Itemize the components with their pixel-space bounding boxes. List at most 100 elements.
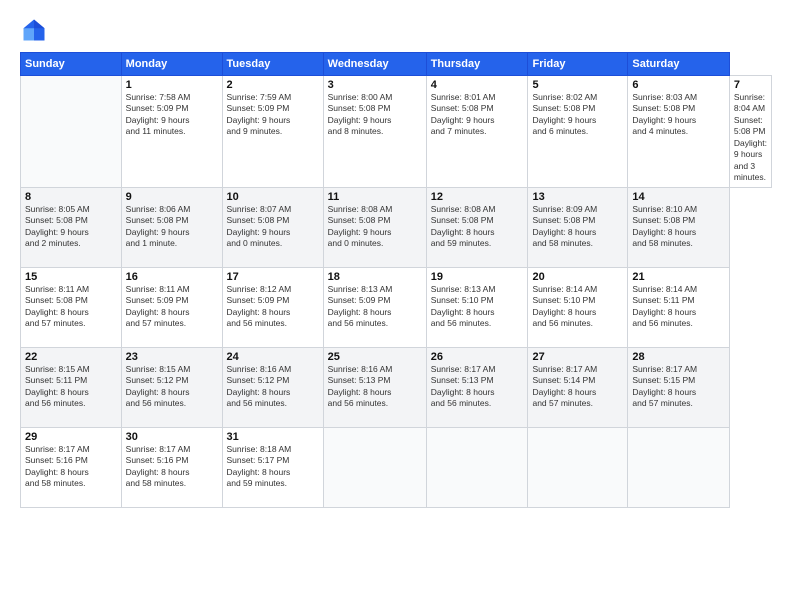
day-info: Sunrise: 8:06 AM Sunset: 5:08 PM Dayligh…: [126, 204, 218, 250]
day-number: 21: [632, 271, 724, 283]
day-number: 25: [328, 351, 422, 363]
weekday-header-row: SundayMondayTuesdayWednesdayThursdayFrid…: [21, 53, 772, 76]
day-number: 24: [227, 351, 319, 363]
weekday-header-saturday: Saturday: [628, 53, 729, 76]
day-number: 30: [126, 431, 218, 443]
day-info: Sunrise: 8:07 AM Sunset: 5:08 PM Dayligh…: [227, 204, 319, 250]
day-info: Sunrise: 8:16 AM Sunset: 5:12 PM Dayligh…: [227, 364, 319, 410]
calendar-cell: 20Sunrise: 8:14 AM Sunset: 5:10 PM Dayli…: [528, 267, 628, 347]
calendar-cell: 29Sunrise: 8:17 AM Sunset: 5:16 PM Dayli…: [21, 427, 122, 507]
calendar-cell: 8Sunrise: 8:05 AM Sunset: 5:08 PM Daylig…: [21, 187, 122, 267]
day-info: Sunrise: 8:15 AM Sunset: 5:11 PM Dayligh…: [25, 364, 117, 410]
day-number: 9: [126, 191, 218, 203]
day-info: Sunrise: 8:09 AM Sunset: 5:08 PM Dayligh…: [532, 204, 623, 250]
day-info: Sunrise: 8:17 AM Sunset: 5:13 PM Dayligh…: [431, 364, 524, 410]
weekday-header-tuesday: Tuesday: [222, 53, 323, 76]
day-info: Sunrise: 8:16 AM Sunset: 5:13 PM Dayligh…: [328, 364, 422, 410]
day-number: 16: [126, 271, 218, 283]
day-number: 17: [227, 271, 319, 283]
calendar-cell: 19Sunrise: 8:13 AM Sunset: 5:10 PM Dayli…: [426, 267, 528, 347]
day-info: Sunrise: 8:17 AM Sunset: 5:16 PM Dayligh…: [126, 444, 218, 490]
day-number: 15: [25, 271, 117, 283]
calendar-cell: 23Sunrise: 8:15 AM Sunset: 5:12 PM Dayli…: [121, 347, 222, 427]
calendar-cell: 31Sunrise: 8:18 AM Sunset: 5:17 PM Dayli…: [222, 427, 323, 507]
day-number: 12: [431, 191, 524, 203]
day-number: 26: [431, 351, 524, 363]
day-number: 31: [227, 431, 319, 443]
calendar-cell: 26Sunrise: 8:17 AM Sunset: 5:13 PM Dayli…: [426, 347, 528, 427]
day-number: 29: [25, 431, 117, 443]
day-number: 8: [25, 191, 117, 203]
day-number: 27: [532, 351, 623, 363]
calendar-week-row: 15Sunrise: 8:11 AM Sunset: 5:08 PM Dayli…: [21, 267, 772, 347]
calendar-cell: 24Sunrise: 8:16 AM Sunset: 5:12 PM Dayli…: [222, 347, 323, 427]
day-info: Sunrise: 8:11 AM Sunset: 5:09 PM Dayligh…: [126, 284, 218, 330]
day-info: Sunrise: 8:04 AM Sunset: 5:08 PM Dayligh…: [734, 92, 767, 184]
calendar-cell: [628, 427, 729, 507]
calendar-cell: 28Sunrise: 8:17 AM Sunset: 5:15 PM Dayli…: [628, 347, 729, 427]
day-number: 10: [227, 191, 319, 203]
day-info: Sunrise: 8:01 AM Sunset: 5:08 PM Dayligh…: [431, 92, 524, 138]
calendar-cell: 27Sunrise: 8:17 AM Sunset: 5:14 PM Dayli…: [528, 347, 628, 427]
weekday-header-sunday: Sunday: [21, 53, 122, 76]
calendar-week-row: 8Sunrise: 8:05 AM Sunset: 5:08 PM Daylig…: [21, 187, 772, 267]
day-info: Sunrise: 8:13 AM Sunset: 5:09 PM Dayligh…: [328, 284, 422, 330]
calendar-week-row: 22Sunrise: 8:15 AM Sunset: 5:11 PM Dayli…: [21, 347, 772, 427]
day-number: 19: [431, 271, 524, 283]
day-info: Sunrise: 8:11 AM Sunset: 5:08 PM Dayligh…: [25, 284, 117, 330]
day-number: 23: [126, 351, 218, 363]
calendar-cell: 12Sunrise: 8:08 AM Sunset: 5:08 PM Dayli…: [426, 187, 528, 267]
logo: [20, 16, 52, 44]
calendar-body: 1Sunrise: 7:58 AM Sunset: 5:09 PM Daylig…: [21, 76, 772, 508]
logo-icon: [20, 16, 48, 44]
day-info: Sunrise: 8:00 AM Sunset: 5:08 PM Dayligh…: [328, 92, 422, 138]
day-info: Sunrise: 8:17 AM Sunset: 5:15 PM Dayligh…: [632, 364, 724, 410]
calendar-cell: 15Sunrise: 8:11 AM Sunset: 5:08 PM Dayli…: [21, 267, 122, 347]
calendar-cell: 25Sunrise: 8:16 AM Sunset: 5:13 PM Dayli…: [323, 347, 426, 427]
calendar-cell: 18Sunrise: 8:13 AM Sunset: 5:09 PM Dayli…: [323, 267, 426, 347]
day-info: Sunrise: 7:58 AM Sunset: 5:09 PM Dayligh…: [126, 92, 218, 138]
day-number: 22: [25, 351, 117, 363]
calendar-cell: 30Sunrise: 8:17 AM Sunset: 5:16 PM Dayli…: [121, 427, 222, 507]
day-info: Sunrise: 8:14 AM Sunset: 5:11 PM Dayligh…: [632, 284, 724, 330]
day-number: 1: [126, 79, 218, 91]
day-number: 11: [328, 191, 422, 203]
calendar-cell: 17Sunrise: 8:12 AM Sunset: 5:09 PM Dayli…: [222, 267, 323, 347]
day-info: Sunrise: 8:08 AM Sunset: 5:08 PM Dayligh…: [431, 204, 524, 250]
calendar-cell: 3Sunrise: 8:00 AM Sunset: 5:08 PM Daylig…: [323, 76, 426, 188]
calendar-cell: 5Sunrise: 8:02 AM Sunset: 5:08 PM Daylig…: [528, 76, 628, 188]
calendar-cell: 22Sunrise: 8:15 AM Sunset: 5:11 PM Dayli…: [21, 347, 122, 427]
day-info: Sunrise: 8:05 AM Sunset: 5:08 PM Dayligh…: [25, 204, 117, 250]
calendar-cell: 7Sunrise: 8:04 AM Sunset: 5:08 PM Daylig…: [729, 76, 771, 188]
calendar-week-row: 1Sunrise: 7:58 AM Sunset: 5:09 PM Daylig…: [21, 76, 772, 188]
day-info: Sunrise: 8:18 AM Sunset: 5:17 PM Dayligh…: [227, 444, 319, 490]
calendar-cell: [426, 427, 528, 507]
day-number: 3: [328, 79, 422, 91]
calendar-cell: 14Sunrise: 8:10 AM Sunset: 5:08 PM Dayli…: [628, 187, 729, 267]
header: [20, 16, 772, 44]
day-info: Sunrise: 8:17 AM Sunset: 5:16 PM Dayligh…: [25, 444, 117, 490]
calendar-cell: 4Sunrise: 8:01 AM Sunset: 5:08 PM Daylig…: [426, 76, 528, 188]
day-number: 6: [632, 79, 724, 91]
calendar-cell: 10Sunrise: 8:07 AM Sunset: 5:08 PM Dayli…: [222, 187, 323, 267]
weekday-header-friday: Friday: [528, 53, 628, 76]
calendar-cell: [528, 427, 628, 507]
day-info: Sunrise: 8:14 AM Sunset: 5:10 PM Dayligh…: [532, 284, 623, 330]
calendar-cell: 11Sunrise: 8:08 AM Sunset: 5:08 PM Dayli…: [323, 187, 426, 267]
day-info: Sunrise: 8:10 AM Sunset: 5:08 PM Dayligh…: [632, 204, 724, 250]
day-number: 28: [632, 351, 724, 363]
day-number: 20: [532, 271, 623, 283]
day-number: 14: [632, 191, 724, 203]
weekday-header-wednesday: Wednesday: [323, 53, 426, 76]
calendar-header: SundayMondayTuesdayWednesdayThursdayFrid…: [21, 53, 772, 76]
page: SundayMondayTuesdayWednesdayThursdayFrid…: [0, 0, 792, 612]
calendar-week-row: 29Sunrise: 8:17 AM Sunset: 5:16 PM Dayli…: [21, 427, 772, 507]
calendar-cell: 13Sunrise: 8:09 AM Sunset: 5:08 PM Dayli…: [528, 187, 628, 267]
calendar-cell: 16Sunrise: 8:11 AM Sunset: 5:09 PM Dayli…: [121, 267, 222, 347]
day-info: Sunrise: 8:13 AM Sunset: 5:10 PM Dayligh…: [431, 284, 524, 330]
calendar-cell: 6Sunrise: 8:03 AM Sunset: 5:08 PM Daylig…: [628, 76, 729, 188]
calendar-cell: 9Sunrise: 8:06 AM Sunset: 5:08 PM Daylig…: [121, 187, 222, 267]
day-info: Sunrise: 7:59 AM Sunset: 5:09 PM Dayligh…: [227, 92, 319, 138]
day-number: 4: [431, 79, 524, 91]
calendar-cell: 2Sunrise: 7:59 AM Sunset: 5:09 PM Daylig…: [222, 76, 323, 188]
